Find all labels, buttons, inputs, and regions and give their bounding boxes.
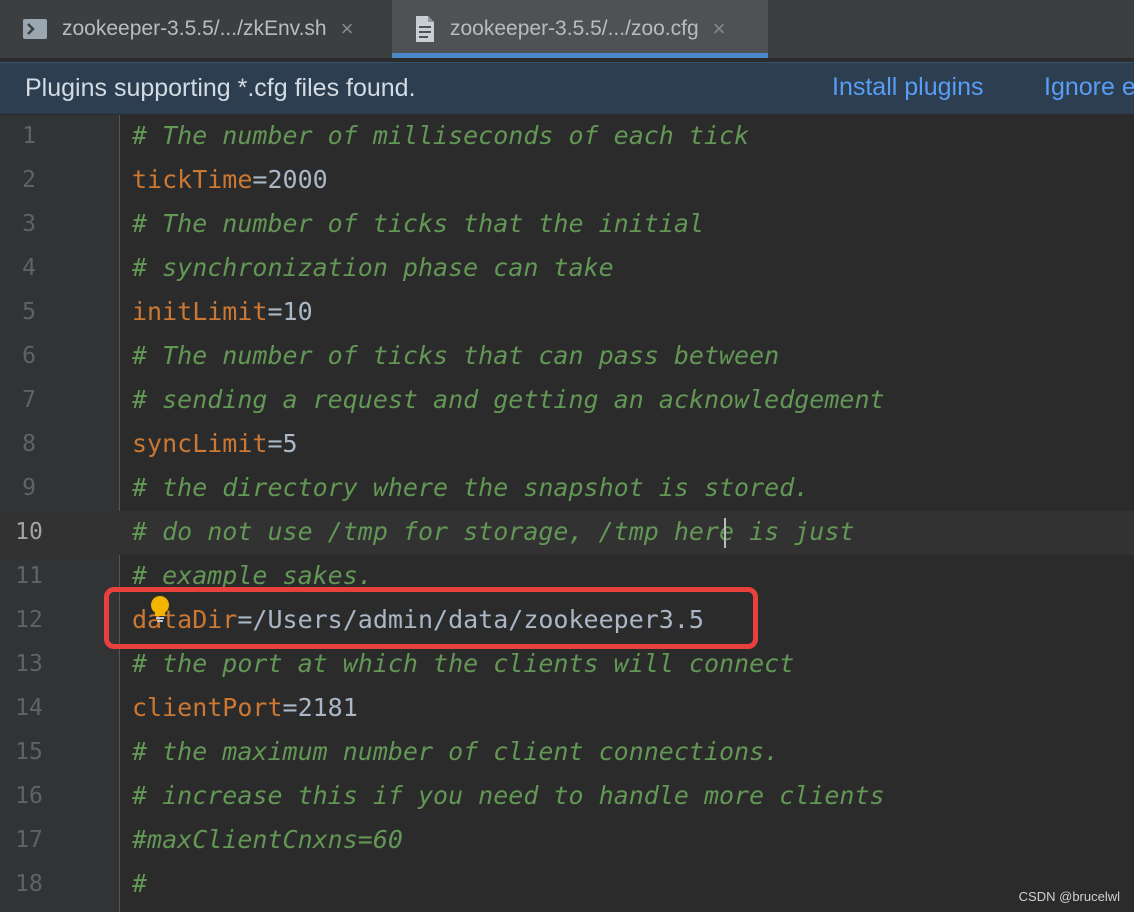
comment-text: # example sakes. (132, 561, 373, 590)
line-content[interactable]: # The number of ticks that can pass betw… (132, 341, 779, 370)
line-number: 14 (15, 695, 43, 721)
line-number: 15 (15, 739, 43, 765)
ide-window: zookeeper-3.5.5/.../zkEnv.sh × zookeeper… (0, 0, 1134, 912)
line-content[interactable]: # the maximum number of client connectio… (132, 737, 779, 766)
line-content[interactable]: # The number of ticks that the initial (132, 209, 704, 238)
comment-text: # (132, 869, 148, 898)
plugin-suggestion-banner: Plugins supporting *.cfg files found. In… (0, 62, 1134, 114)
code-line[interactable]: 2 tickTime=2000 (0, 159, 1134, 203)
line-content[interactable]: initLimit=10 (132, 297, 313, 326)
code-line[interactable]: 10 # do not use /tmp for storage, /tmp he… (0, 511, 1134, 555)
line-number: 3 (22, 211, 36, 237)
line-number: 10 (15, 519, 43, 545)
highlight-annotation-box (104, 587, 758, 649)
comment-text: # sending a request and getting an ackno… (132, 385, 885, 414)
line-content[interactable]: #maxClientCnxns=60 (132, 825, 403, 854)
code-line[interactable]: 13 # the port at which the clients will c… (0, 643, 1134, 687)
code-line[interactable]: 5 initLimit=10 (0, 291, 1134, 335)
config-value: =2000 (252, 165, 328, 194)
comment-text: # The number of ticks that the initial (132, 209, 704, 238)
config-key: syncLimit (132, 429, 268, 458)
comment-text: # do not use /tmp for storage, /tmp here… (132, 517, 855, 546)
install-plugins-link[interactable]: Install plugins (832, 73, 983, 102)
line-content[interactable]: tickTime=2000 (132, 165, 328, 194)
config-value: =2181 (282, 693, 358, 722)
line-content[interactable]: # (132, 869, 147, 898)
tab-label: zookeeper-3.5.5/.../zkEnv.sh (62, 17, 327, 40)
line-content[interactable]: # The number of milliseconds of each tic… (132, 121, 749, 150)
comment-text: # the port at which the clients will con… (132, 649, 795, 678)
ignore-extension-link[interactable]: Ignore e (1044, 73, 1134, 102)
line-content[interactable]: # do not use /tmp for storage, /tmp here… (132, 517, 854, 546)
tab-label: zookeeper-3.5.5/.../zoo.cfg (450, 17, 699, 40)
code-line[interactable]: 6 # The number of ticks that can pass bet… (0, 335, 1134, 379)
line-content[interactable]: # example sakes. (132, 561, 373, 590)
comment-text: # synchronization phase can take (132, 253, 614, 282)
line-number: 5 (22, 299, 36, 325)
line-number: 7 (22, 387, 36, 413)
code-line[interactable]: 8 syncLimit=5 (0, 423, 1134, 467)
line-number: 6 (22, 343, 36, 369)
line-number: 9 (22, 475, 36, 501)
code-line[interactable]: 16 # increase this if you need to handle … (0, 775, 1134, 819)
line-number: 18 (15, 871, 43, 897)
config-value: =10 (267, 297, 313, 326)
close-icon[interactable]: × (713, 16, 726, 42)
line-number: 2 (22, 167, 36, 193)
line-content[interactable]: # synchronization phase can take (132, 253, 614, 282)
terminal-file-icon (22, 18, 48, 40)
text-file-icon (414, 15, 436, 43)
code-line[interactable]: 15 # the maximum number of client connect… (0, 731, 1134, 775)
code-line[interactable]: 3 # The number of ticks that the initial (0, 203, 1134, 247)
tab-zkenv-sh[interactable]: zookeeper-3.5.5/.../zkEnv.sh × (0, 0, 392, 58)
comment-text: #maxClientCnxns=60 (132, 825, 403, 854)
close-icon[interactable]: × (341, 16, 354, 42)
config-key: initLimit (132, 297, 268, 326)
line-number: 13 (15, 651, 43, 677)
line-number: 4 (22, 255, 36, 281)
config-key: tickTime (132, 165, 253, 194)
code-line[interactable]: 14 clientPort=2181 (0, 687, 1134, 731)
code-editor[interactable]: 1 # The number of milliseconds of each ti… (0, 115, 1134, 912)
tab-zoo-cfg[interactable]: zookeeper-3.5.5/.../zoo.cfg × (392, 0, 768, 58)
line-number: 1 (22, 123, 36, 149)
text-caret (724, 518, 726, 548)
editor-tab-bar: zookeeper-3.5.5/.../zkEnv.sh × zookeeper… (0, 0, 1134, 58)
comment-text: # The number of milliseconds of each tic… (132, 121, 750, 150)
watermark: CSDN @brucelwl (1018, 889, 1120, 904)
line-content[interactable]: # sending a request and getting an ackno… (132, 385, 885, 414)
line-content[interactable]: # increase this if you need to handle mo… (132, 781, 885, 810)
line-number: 12 (15, 607, 43, 633)
line-number: 11 (15, 563, 43, 589)
code-line[interactable]: 4 # synchronization phase can take (0, 247, 1134, 291)
comment-text: # The number of ticks that can pass betw… (132, 341, 780, 370)
code-line[interactable]: 1 # The number of milliseconds of each ti… (0, 115, 1134, 159)
banner-message: Plugins supporting *.cfg files found. (25, 74, 416, 102)
code-line[interactable]: 7 # sending a request and getting an ackn… (0, 379, 1134, 423)
code-line[interactable]: 9 # the directory where the snapshot is s… (0, 467, 1134, 511)
code-line[interactable]: 18 # (0, 863, 1134, 907)
line-number: 8 (22, 431, 36, 457)
comment-text: # the directory where the snapshot is st… (132, 473, 810, 502)
line-number: 17 (15, 827, 43, 853)
line-content[interactable]: syncLimit=5 (132, 429, 298, 458)
config-value: =5 (267, 429, 298, 458)
line-content[interactable]: # the port at which the clients will con… (132, 649, 794, 678)
line-number: 16 (15, 783, 43, 809)
line-content[interactable]: clientPort=2181 (132, 693, 358, 722)
comment-text: # increase this if you need to handle mo… (132, 781, 885, 810)
code-line[interactable]: 17 #maxClientCnxns=60 (0, 819, 1134, 863)
line-content[interactable]: # the directory where the snapshot is st… (132, 473, 809, 502)
config-key: clientPort (132, 693, 283, 722)
comment-text: # the maximum number of client connectio… (132, 737, 780, 766)
